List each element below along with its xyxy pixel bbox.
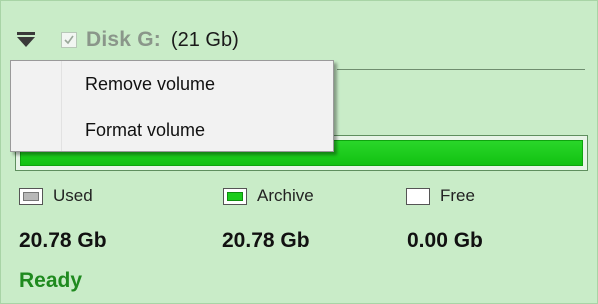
free-value: 0.00 Gb xyxy=(407,229,483,252)
header-divider xyxy=(337,69,585,70)
free-swatch xyxy=(406,187,430,205)
archive-value: 20.78 Gb xyxy=(222,229,310,252)
volume-size: (21 Gb) xyxy=(170,28,239,51)
menu-item-remove-volume[interactable]: Remove volume xyxy=(85,74,215,95)
legend-free: Free xyxy=(406,186,475,206)
menu-item-format-volume[interactable]: Format volume xyxy=(85,120,205,141)
checkmark-icon xyxy=(64,35,74,45)
volume-header: Disk G: (21 Gb) xyxy=(15,27,239,53)
status-label: Ready xyxy=(19,269,83,292)
used-swatch xyxy=(19,187,43,205)
legend-archive-label: Archive xyxy=(257,186,314,205)
context-menu: Remove volume Format volume xyxy=(10,60,334,152)
volume-checkbox[interactable] xyxy=(61,32,77,48)
legend-archive: Archive xyxy=(223,186,314,206)
legend-used: Used xyxy=(19,186,93,206)
archive-swatch xyxy=(223,187,247,205)
volume-panel: Disk G: (21 Gb) Used Archive Free 20.78 … xyxy=(0,0,598,304)
volume-name: Disk G: xyxy=(86,28,161,51)
legend-used-label: Used xyxy=(53,186,93,205)
menu-gutter xyxy=(11,61,62,151)
used-value: 20.78 Gb xyxy=(19,229,107,252)
dropdown-menu-icon[interactable] xyxy=(15,30,37,50)
legend-free-label: Free xyxy=(440,186,475,205)
